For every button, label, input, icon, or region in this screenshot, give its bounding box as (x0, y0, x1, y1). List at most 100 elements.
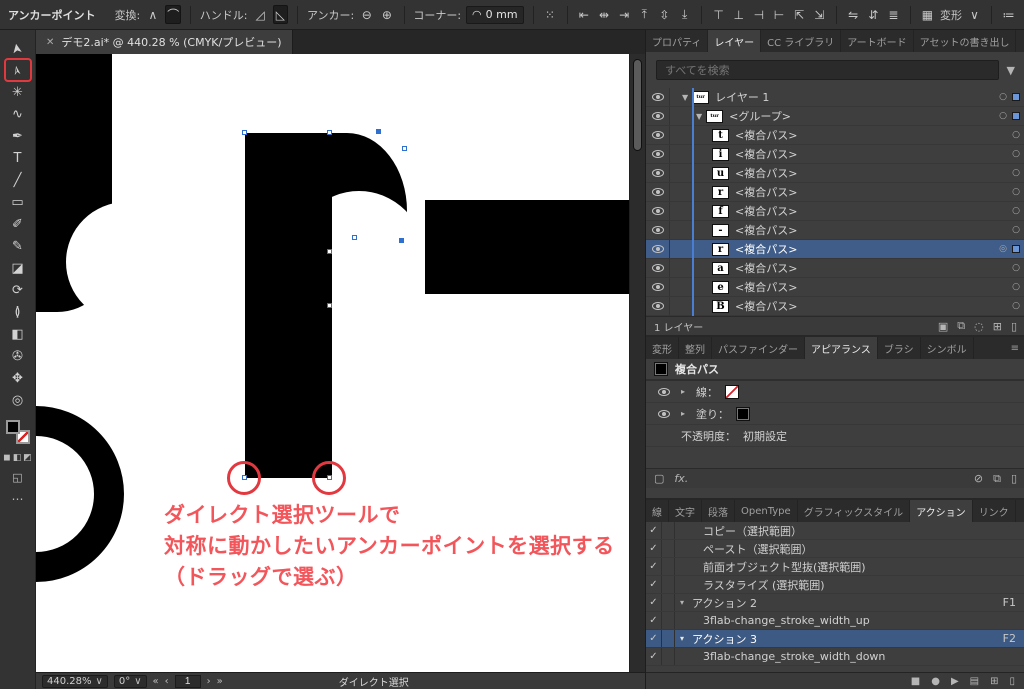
dialog-toggle[interactable] (662, 558, 675, 575)
paintbrush-tool[interactable]: ✐ (5, 213, 31, 235)
layer-row[interactable]: ▼ tur レイヤー 1 ○ (646, 88, 1024, 107)
last-artboard-icon[interactable]: » (217, 676, 223, 687)
anchor-point[interactable] (399, 238, 404, 243)
filter-icon[interactable]: ▼ (1007, 64, 1015, 77)
align-bottom-icon[interactable]: ⤓ (677, 5, 692, 24)
transform-grid-icon[interactable]: ▦ (920, 5, 935, 24)
visibility-toggle[interactable] (646, 259, 670, 277)
compound-path-row[interactable]: - <複合パス> ○ (646, 221, 1024, 240)
compound-path-row[interactable]: i <複合パス> ○ (646, 145, 1024, 164)
eyedropper-tool[interactable]: ✇ (5, 345, 31, 367)
zoom-tool[interactable]: ◎ (5, 389, 31, 411)
eraser-tool[interactable]: ◪ (5, 257, 31, 279)
convert-to-smooth-icon[interactable]: ⌒ (165, 5, 181, 24)
opacity-value[interactable]: 初期設定 (743, 428, 787, 444)
tab-appearance[interactable]: アピアランス (805, 337, 878, 359)
tab-brushes[interactable]: ブラシ (878, 337, 921, 359)
visibility-toggle[interactable] (646, 164, 670, 182)
expand-icon[interactable]: ▾ (680, 598, 684, 607)
show-handles-icon[interactable]: ◿ (252, 5, 267, 24)
compound-path-row[interactable]: a <複合パス> ○ (646, 259, 1024, 278)
edit-toolbar-icon[interactable]: ⋯ (12, 492, 24, 506)
pen-tool[interactable]: ✒ (5, 125, 31, 147)
artboard-canvas[interactable]: ダイレクト選択ツールで 対称に動かしたいアンカーポイントを選択する （ドラッグで… (36, 54, 629, 672)
target-icon[interactable]: ○ (1012, 206, 1020, 216)
compound-path-row[interactable]: f <複合パス> ○ (646, 202, 1024, 221)
tab-actions[interactable]: アクション (910, 500, 973, 522)
target-icon[interactable]: ○ (1012, 282, 1020, 292)
selection-indicator[interactable] (1012, 93, 1020, 101)
path-name[interactable]: <複合パス> (735, 241, 797, 257)
visibility-toggle[interactable] (654, 403, 674, 424)
tab-links[interactable]: リンク (973, 500, 1016, 522)
dialog-toggle[interactable] (662, 576, 675, 593)
new-sublayer-icon[interactable]: ⧉ (957, 319, 965, 333)
new-action-icon[interactable]: ⊞ (990, 676, 998, 687)
hand-tool[interactable]: ✥ (5, 367, 31, 389)
close-tab-icon[interactable]: ✕ (46, 37, 54, 48)
distribute-right-icon[interactable]: ⊢ (771, 5, 786, 24)
hyphen-shape[interactable] (425, 200, 629, 294)
anchor-point[interactable] (327, 303, 332, 308)
tab-stroke[interactable]: 線 (646, 500, 669, 522)
artboard-number-input[interactable] (175, 675, 201, 688)
delete-item-icon[interactable]: ▯ (1011, 472, 1017, 485)
play-icon[interactable]: ▶ (951, 676, 959, 687)
visibility-toggle[interactable] (646, 183, 670, 201)
action-row-selected[interactable]: ✓ ▾ アクション 3 F2 (646, 630, 1024, 648)
anchor-point[interactable] (402, 146, 407, 151)
tab-cc-libraries[interactable]: CC ライブラリ (761, 30, 841, 52)
next-artboard-icon[interactable]: › (207, 676, 211, 687)
action-step-row[interactable]: ✓ 3flab-change_stroke_width_down (646, 648, 1024, 666)
more-options-icon[interactable]: ≔ (1001, 5, 1016, 24)
direct-selection-tool[interactable]: ➢ (5, 59, 31, 81)
fill-stroke-control[interactable] (5, 419, 31, 445)
check-icon[interactable]: ✓ (646, 612, 662, 629)
path-name[interactable]: <複合パス> (735, 127, 797, 143)
align-top-icon[interactable]: ⤒ (637, 5, 652, 24)
distribute-top-icon[interactable]: ⊤ (711, 5, 726, 24)
magic-wand-tool[interactable]: ✳ (5, 81, 31, 103)
stroke-none-swatch[interactable] (725, 385, 739, 399)
rotation-select[interactable]: 0° ∨ (114, 675, 147, 688)
target-icon[interactable]: ○ (1012, 301, 1020, 311)
anchor-point[interactable] (376, 129, 381, 134)
prev-artboard-icon[interactable]: ‹ (165, 676, 169, 687)
action-step-row[interactable]: ✓ ラスタライズ (選択範囲) (646, 576, 1024, 594)
delete-action-icon[interactable]: ▯ (1009, 676, 1015, 687)
selection-indicator[interactable] (1012, 112, 1020, 120)
visibility-toggle[interactable] (646, 107, 670, 125)
clear-appearance-icon[interactable]: ⊘ (974, 472, 983, 485)
check-icon[interactable]: ✓ (646, 540, 662, 557)
path-name[interactable]: <複合パス> (735, 279, 797, 295)
lasso-tool[interactable]: ∿ (5, 103, 31, 125)
document-tab[interactable]: ✕ デモ2.ai* @ 440.28 % (CMYK/プレビュー) (36, 30, 293, 54)
path-name[interactable]: <複合パス> (735, 298, 797, 314)
visibility-toggle[interactable] (646, 221, 670, 239)
duplicate-item-icon[interactable]: ⧉ (993, 472, 1001, 486)
tab-properties[interactable]: プロパティ (646, 30, 708, 52)
action-row[interactable]: ✓ ▾ アクション 2 F1 (646, 594, 1024, 612)
width-tool[interactable]: ≬ (5, 301, 31, 323)
tab-character[interactable]: 文字 (669, 500, 702, 522)
search-input[interactable] (656, 60, 999, 80)
compound-path-row-selected[interactable]: r <複合パス> ◎ (646, 240, 1024, 259)
new-set-icon[interactable]: ▤ (970, 676, 979, 687)
letter-r-arm[interactable] (332, 133, 407, 243)
convert-to-corner-icon[interactable]: ∧ (145, 5, 160, 24)
appearance-item-row[interactable]: 複合パス (646, 359, 1024, 381)
action-step-row[interactable]: ✓ 3flab-change_stroke_width_up (646, 612, 1024, 630)
first-artboard-icon[interactable]: « (153, 676, 159, 687)
dialog-toggle[interactable] (662, 612, 675, 629)
action-step-row[interactable]: ✓ コピー（選択範囲） (646, 522, 1024, 540)
fill-swatch[interactable] (6, 420, 20, 434)
selection-indicator[interactable] (1012, 245, 1020, 253)
compound-path-row[interactable]: u <複合パス> ○ (646, 164, 1024, 183)
draw-inside-icon[interactable]: ◩ (23, 453, 32, 463)
stroke-row[interactable]: ▸ 線： (646, 381, 1024, 403)
align-center-v-icon[interactable]: ⇳ (657, 5, 672, 24)
group-row[interactable]: ▼ tur <グループ> ○ (646, 107, 1024, 126)
add-anchor-icon[interactable]: ⊕ (379, 5, 394, 24)
draw-behind-icon[interactable]: ◧ (13, 453, 22, 463)
target-icon[interactable]: ○ (999, 92, 1007, 102)
